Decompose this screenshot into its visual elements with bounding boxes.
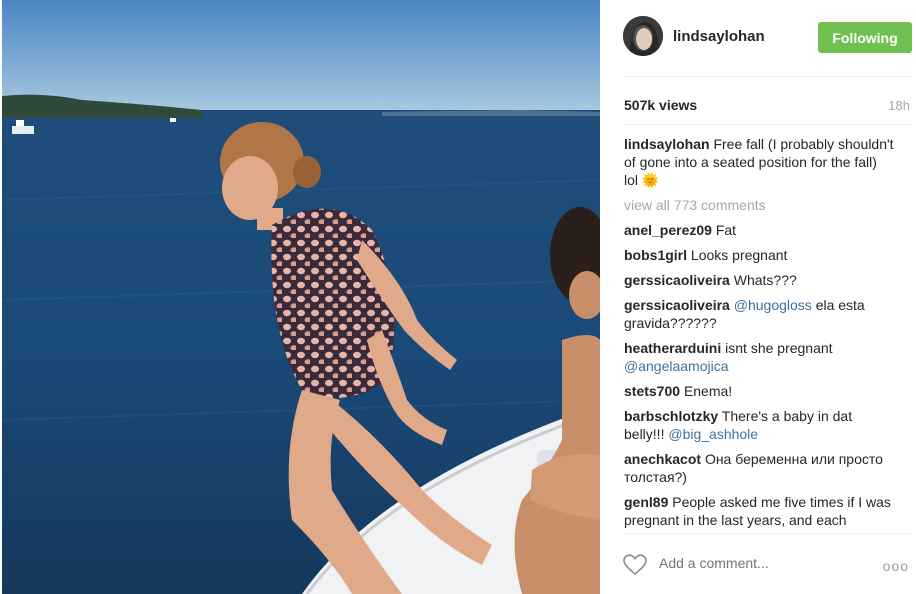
- comment-username[interactable]: heatherarduini: [624, 340, 721, 356]
- post-sidebar: lindsaylohan Following 507k views 18h li…: [601, 0, 916, 594]
- comment-username[interactable]: genl89: [624, 494, 668, 510]
- comment-item: gerssicaoliveira @hugogloss ela esta gra…: [624, 296, 894, 332]
- comment-item: anechkacot Она беременна или просто толс…: [624, 450, 894, 486]
- comment-username[interactable]: anechkacot: [624, 451, 701, 467]
- comment-text: Enema!: [683, 383, 733, 399]
- header-username[interactable]: lindsaylohan: [673, 28, 765, 45]
- comment-mention[interactable]: @angelaamojica: [624, 358, 729, 374]
- comment-username[interactable]: gerssicaoliveira: [624, 272, 730, 288]
- comment-text: isnt she pregnant: [725, 340, 833, 356]
- comment-item: heatherarduini isnt she pregnant @angela…: [624, 339, 894, 375]
- post-header: lindsaylohan Following: [623, 16, 913, 60]
- comment-username[interactable]: anel_perez09: [624, 222, 712, 238]
- following-button[interactable]: Following: [818, 22, 912, 53]
- comment-mention[interactable]: @big_ashhole: [668, 426, 758, 442]
- comment-username[interactable]: barbschlotzky: [624, 408, 718, 424]
- heart-icon[interactable]: [623, 554, 647, 576]
- view-count: 507k views: [624, 97, 698, 113]
- comment-item: bobs1girl Looks pregnant: [624, 246, 894, 264]
- comment-item: anel_perez09 Fat: [624, 221, 894, 239]
- video-frame: [2, 0, 600, 594]
- add-comment-bar: ooo: [623, 546, 913, 582]
- instagram-post: lindsaylohan Following 507k views 18h li…: [0, 0, 916, 594]
- avatar[interactable]: [623, 16, 663, 56]
- comment-item: gerssicaoliveira Whats???: [624, 271, 894, 289]
- stats-divider: [623, 124, 912, 125]
- comment-divider: [623, 533, 912, 534]
- caption-username[interactable]: lindsaylohan: [624, 136, 710, 152]
- comment-item: barbschlotzky There's a baby in dat bell…: [624, 407, 894, 443]
- comment-text: Whats???: [733, 272, 797, 288]
- post-video[interactable]: [2, 0, 600, 594]
- comment-fade: [623, 532, 912, 546]
- caption: lindsaylohan Free fall (I probably shoul…: [624, 135, 894, 189]
- more-options-icon[interactable]: ooo: [883, 558, 909, 574]
- comment-mention[interactable]: @hugogloss: [734, 297, 812, 313]
- comment-list: lindsaylohan Free fall (I probably shoul…: [624, 135, 894, 536]
- comment-username[interactable]: bobs1girl: [624, 247, 687, 263]
- comment-text: Fat: [715, 222, 737, 238]
- comment-username[interactable]: stets700: [624, 383, 680, 399]
- comment-username[interactable]: gerssicaoliveira: [624, 297, 730, 313]
- comment-item: genl89 People asked me five times if I w…: [624, 493, 894, 529]
- comment-input[interactable]: [659, 555, 859, 571]
- header-divider: [623, 76, 912, 77]
- comment-text: Looks pregnant: [690, 247, 788, 263]
- view-all-comments-link[interactable]: view all 773 comments: [624, 196, 894, 214]
- post-time[interactable]: 18h: [888, 98, 910, 113]
- avatar-image: [623, 16, 663, 56]
- comment-item: stets700 Enema!: [624, 382, 894, 400]
